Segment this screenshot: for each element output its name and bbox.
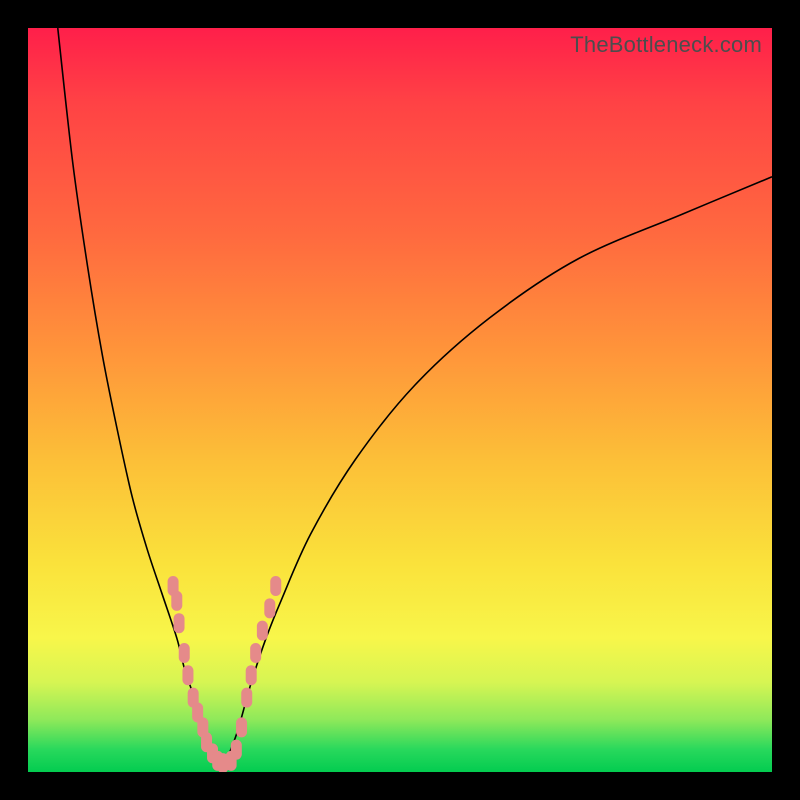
data-marker <box>174 613 185 633</box>
marker-group <box>168 576 282 772</box>
data-marker <box>226 751 237 771</box>
plot-area: TheBottleneck.com <box>28 28 772 772</box>
data-marker <box>197 717 208 737</box>
data-marker <box>212 751 223 771</box>
data-marker <box>241 688 252 708</box>
data-marker <box>257 621 268 641</box>
data-marker <box>168 576 179 596</box>
data-marker <box>188 688 199 708</box>
data-marker <box>201 732 212 752</box>
data-marker <box>182 665 193 685</box>
data-marker <box>250 643 261 663</box>
data-marker <box>264 598 275 618</box>
data-marker <box>236 717 247 737</box>
data-marker <box>192 702 203 722</box>
data-marker <box>179 643 190 663</box>
outer-frame: TheBottleneck.com <box>0 0 800 800</box>
data-marker <box>207 743 218 763</box>
data-marker <box>171 591 182 611</box>
data-marker <box>246 665 257 685</box>
data-marker <box>270 576 281 596</box>
data-marker <box>231 740 242 760</box>
data-marker <box>217 753 228 772</box>
watermark-text: TheBottleneck.com <box>570 32 762 58</box>
curve-right <box>221 177 772 772</box>
curve-left <box>58 28 222 772</box>
chart-svg <box>28 28 772 772</box>
